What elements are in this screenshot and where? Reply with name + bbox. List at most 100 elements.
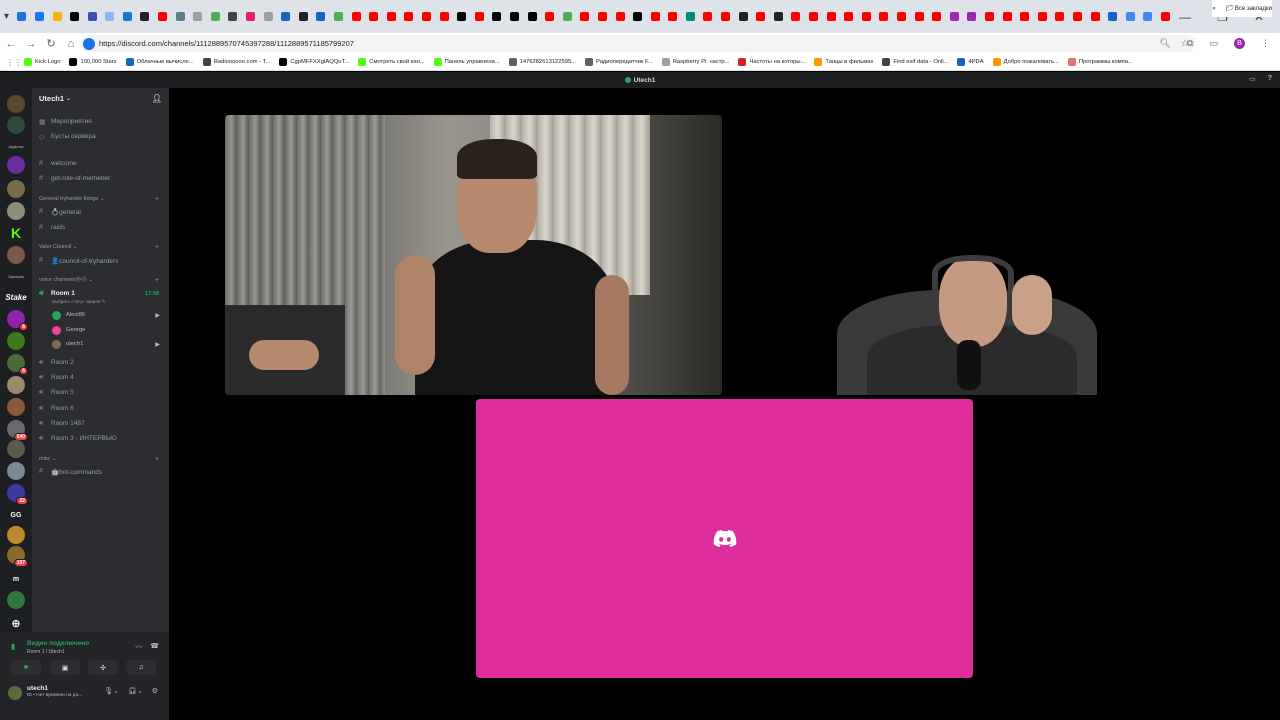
browser-tab[interactable] [577, 9, 592, 24]
voice-member[interactable]: utech1 ▶ [52, 338, 163, 350]
bookmark-item[interactable]: CgpMFFXXgIAQQuT... [279, 58, 349, 66]
browser-tab[interactable] [525, 9, 540, 24]
bookmark-item[interactable]: Radioooooo.com - T... [202, 58, 270, 66]
voice-room[interactable]: 🔊︎ Room 3 - ИНТЕРВЬЮ [39, 432, 163, 445]
server-item-4[interactable] [7, 180, 25, 198]
browser-tab[interactable] [595, 9, 610, 24]
browser-tab[interactable] [1140, 9, 1155, 24]
server-item-12[interactable]: 540 [7, 420, 28, 441]
channel-welcome[interactable]: # welcome [39, 157, 163, 170]
browser-tab[interactable] [806, 9, 821, 24]
server-item-7[interactable]: 6 [7, 310, 28, 331]
category-misc[interactable]: misc ⌄ + [39, 456, 163, 463]
browser-tab[interactable] [50, 9, 65, 24]
add-channel-icon[interactable]: + [155, 456, 159, 463]
camera-toggle-button[interactable]: ■ [11, 660, 41, 675]
browser-tab[interactable] [349, 9, 364, 24]
server-item-m[interactable]: m [7, 570, 25, 588]
server-boosts-item[interactable]: ◇ Бусты сервера [39, 130, 163, 143]
browser-tab[interactable] [859, 9, 874, 24]
bookmark-item[interactable]: 100,000 Stars [69, 58, 117, 66]
browser-tab[interactable] [454, 9, 469, 24]
browser-tab[interactable] [208, 9, 223, 24]
server-item-14[interactable] [7, 462, 25, 480]
cast-icon[interactable]: ▭ [1209, 38, 1218, 49]
browser-tab[interactable] [14, 9, 29, 24]
video-tile-participant-2[interactable] [722, 115, 1219, 395]
activities-button[interactable]: ✣ [88, 660, 118, 675]
voice-location[interactable]: Room 1 / Utech1 [27, 649, 65, 655]
bookmarks-overflow-icon[interactable]: » [1212, 6, 1215, 12]
video-tile-participant-3[interactable] [476, 399, 973, 678]
site-info-icon[interactable] [83, 37, 95, 50]
browser-tab[interactable] [102, 9, 117, 24]
add-server-icon[interactable]: ⊕ [7, 614, 25, 632]
browser-tab[interactable] [824, 9, 839, 24]
bookmark-item[interactable]: Find exif data - Onli... [882, 58, 948, 66]
browser-tab[interactable] [982, 9, 997, 24]
gear-icon[interactable]: ⚙ [152, 687, 158, 695]
browser-tab[interactable] [736, 9, 751, 24]
disconnect-icon[interactable]: ☎ [150, 642, 159, 652]
browser-tab[interactable] [683, 9, 698, 24]
server-item-6[interactable] [7, 246, 25, 264]
server-item-15[interactable]: 22 [7, 484, 28, 505]
channel-raids[interactable]: # raids [39, 221, 163, 234]
browser-tab[interactable] [85, 9, 100, 24]
invite-people-icon[interactable]: 👤︎ [152, 94, 162, 103]
category-voice[interactable]: voice channels😢😐 ⌄ + [39, 277, 163, 284]
browser-tab[interactable] [841, 9, 856, 24]
browser-tab[interactable] [472, 9, 487, 24]
browser-tab[interactable] [1017, 9, 1032, 24]
browser-tab[interactable] [1105, 9, 1120, 24]
add-channel-icon[interactable]: + [155, 244, 159, 251]
browser-tab[interactable] [419, 9, 434, 24]
browser-tab[interactable] [613, 9, 628, 24]
bookmark-item[interactable]: Частоты на которы... [738, 58, 805, 66]
browser-tab[interactable] [1158, 9, 1173, 24]
add-channel-icon[interactable]: + [155, 196, 159, 203]
home-icon[interactable]: ⌂ [62, 38, 80, 50]
browser-menu-icon[interactable]: ⋮ [1261, 38, 1270, 49]
browser-tab[interactable] [401, 9, 416, 24]
headphones-icon[interactable]: 🎧︎⌄ [128, 687, 143, 695]
add-channel-icon[interactable]: + [155, 277, 159, 284]
browser-tab[interactable] [648, 9, 663, 24]
server-item-11[interactable] [7, 398, 25, 416]
voice-status[interactable]: Видео подключено [27, 640, 89, 647]
browser-tab[interactable] [947, 9, 962, 24]
browser-tab[interactable] [67, 9, 82, 24]
browser-tab[interactable] [155, 9, 170, 24]
browser-tab[interactable] [331, 9, 346, 24]
bookmark-item[interactable]: Радиопередатчик F... [585, 58, 653, 66]
server-item-9[interactable]: 6 [7, 354, 28, 375]
browser-tab[interactable] [296, 9, 311, 24]
server-item-18[interactable] [7, 591, 25, 609]
bookmark-item[interactable]: 1476282613122595... [508, 58, 576, 66]
channel-bot-commands[interactable]: # 🤖bot-commands [39, 465, 163, 478]
zoom-icon[interactable]: 🔍︎ [1159, 38, 1170, 49]
channel-council[interactable]: # 👤council-of-tryharders [39, 254, 163, 267]
microphone-icon[interactable]: 🎙︎⌄ [104, 687, 119, 695]
browser-tab[interactable] [225, 9, 240, 24]
browser-tab[interactable] [788, 9, 803, 24]
browser-tab[interactable] [243, 9, 258, 24]
signal-icon[interactable]: ▮ [11, 642, 15, 651]
inbox-icon[interactable]: ▭ [1249, 75, 1256, 83]
browser-tab[interactable] [929, 9, 944, 24]
browser-tab[interactable] [1123, 9, 1138, 24]
browser-tab[interactable] [876, 9, 891, 24]
browser-tab[interactable] [894, 9, 909, 24]
bookmark-item[interactable]: Программы компа... [1067, 58, 1133, 66]
browser-tab[interactable] [665, 9, 680, 24]
server-item-1[interactable] [7, 95, 25, 113]
browser-tab[interactable] [700, 9, 715, 24]
reload-icon[interactable]: ↻ [42, 37, 60, 50]
profile-avatar[interactable]: B [1234, 38, 1245, 49]
browser-tab[interactable] [120, 9, 135, 24]
server-item-3[interactable] [7, 156, 25, 174]
browser-tab[interactable] [366, 9, 381, 24]
voice-room[interactable]: 🔊︎ Room 1487 [39, 417, 163, 430]
browser-tab[interactable] [630, 9, 645, 24]
bookmark-item[interactable]: 4PDA [957, 58, 984, 66]
